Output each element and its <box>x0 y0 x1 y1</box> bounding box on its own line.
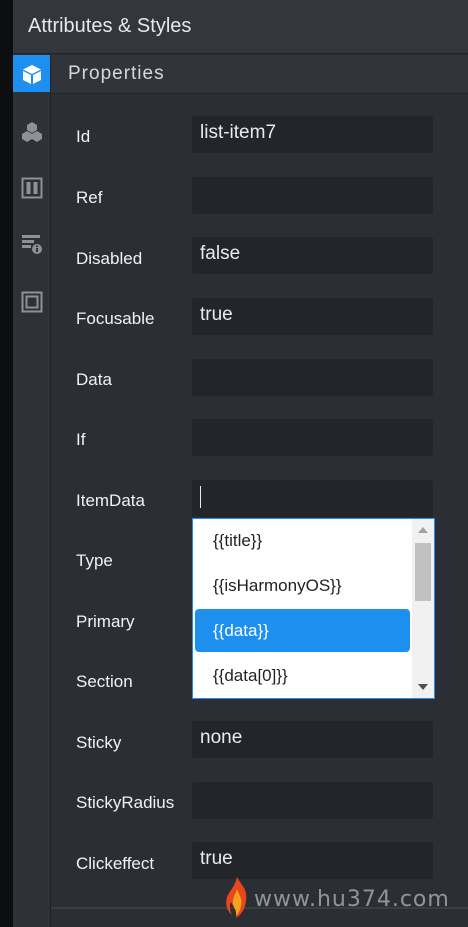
dropdown-option-selected[interactable]: {{data}} <box>195 609 410 652</box>
prop-label-stickyradius: StickyRadius <box>76 793 175 812</box>
scroll-up-arrow-icon[interactable] <box>412 519 434 541</box>
section-title: Properties <box>68 63 165 84</box>
focusable-value: true <box>200 304 233 325</box>
dropdown-option[interactable]: {{isHarmonyOS}} <box>195 564 410 607</box>
ref-input[interactable] <box>192 177 433 214</box>
window-edge <box>0 0 13 927</box>
components-icon <box>21 121 43 143</box>
sticky-input[interactable]: none <box>192 721 433 758</box>
prop-label-if: If <box>76 430 86 449</box>
panel-header: Attributes & Styles <box>13 0 468 54</box>
dropdown-option[interactable]: {{title}} <box>195 519 410 562</box>
prop-label-disabled: Disabled <box>76 249 143 268</box>
itemdata-input[interactable] <box>192 480 433 517</box>
sticky-value: none <box>200 727 243 748</box>
prop-label-itemdata: ItemData <box>76 491 145 510</box>
event-settings-icon <box>21 233 43 255</box>
rail-item-events[interactable] <box>13 225 50 262</box>
properties-section-header[interactable]: Properties <box>51 55 468 94</box>
id-input[interactable]: list-item7 <box>192 116 433 153</box>
rail-item-layout[interactable] <box>13 169 50 206</box>
rail-item-box-model[interactable] <box>13 283 50 320</box>
panel-title: Attributes & Styles <box>28 15 192 37</box>
prop-label-sticky: Sticky <box>76 733 122 752</box>
stickyradius-input[interactable] <box>192 782 433 819</box>
prop-label-clickeffect: Clickeffect <box>76 854 155 873</box>
watermark: www.hu374.com <box>224 876 450 922</box>
side-rail <box>13 55 51 927</box>
rail-item-components[interactable] <box>13 113 50 150</box>
clickeffect-input[interactable]: true <box>192 842 433 879</box>
clickeffect-value: true <box>200 848 233 869</box>
cube-icon <box>21 63 43 85</box>
scroll-thumb[interactable] <box>415 543 431 601</box>
prop-label-type: Type <box>76 551 113 570</box>
dropdown-option[interactable]: {{data[0]}} <box>195 654 410 697</box>
disabled-input[interactable]: false <box>192 237 433 274</box>
prop-label-ref: Ref <box>76 188 103 207</box>
disabled-value: false <box>200 243 241 264</box>
prop-label-data: Data <box>76 370 112 389</box>
focusable-input[interactable]: true <box>192 298 433 335</box>
flame-logo-icon <box>224 875 250 924</box>
data-input[interactable] <box>192 359 433 396</box>
text-caret <box>200 485 201 508</box>
box-model-icon <box>21 291 43 313</box>
id-value: list-item7 <box>200 122 277 143</box>
scroll-down-arrow-icon[interactable] <box>412 676 434 698</box>
dropdown-scrollbar[interactable] <box>412 519 434 698</box>
columns-icon <box>21 177 43 199</box>
rail-item-properties[interactable] <box>13 55 50 92</box>
if-input[interactable] <box>192 419 433 456</box>
autocomplete-dropdown[interactable]: {{title}} {{isHarmonyOS}} {{data}} {{dat… <box>192 518 435 699</box>
prop-label-primary: Primary <box>76 612 135 631</box>
prop-label-focusable: Focusable <box>76 309 155 328</box>
prop-label-section: Section <box>76 672 133 691</box>
watermark-text: www.hu374.com <box>254 886 450 912</box>
prop-label-id: Id <box>76 127 91 146</box>
